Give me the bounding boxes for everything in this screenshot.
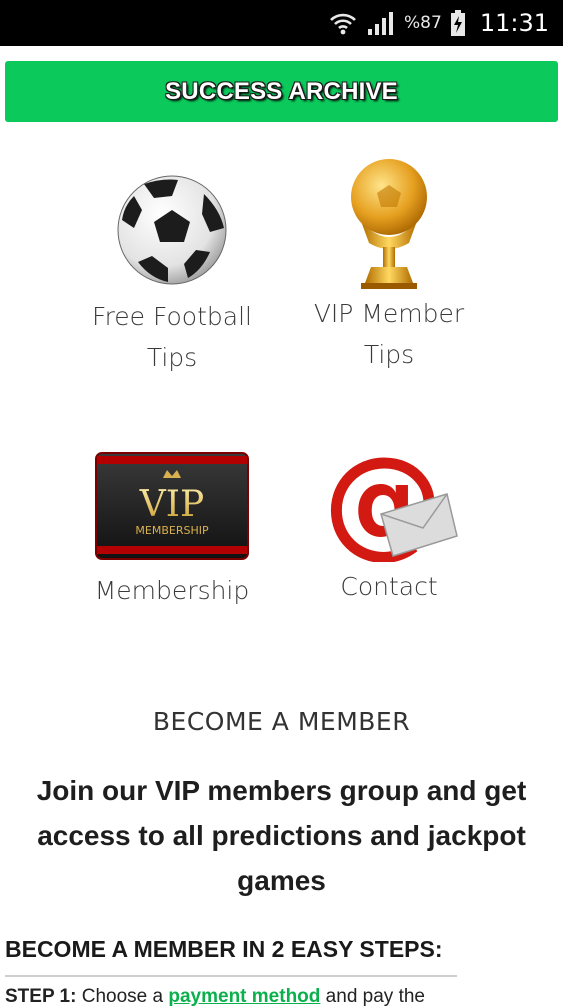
tile-label: Membership (94, 576, 250, 605)
clock: 11:31 (479, 9, 549, 37)
status-bar: %87 11:31 (0, 0, 563, 46)
battery-charging-icon (450, 10, 465, 36)
become-member-heading: BECOME A MEMBER (152, 707, 411, 736)
email-at-icon: @ (323, 444, 458, 562)
signal-icon (368, 12, 394, 35)
vip-membership-card-icon: VIP MEMBERSHIP (95, 452, 249, 560)
step-1-text: STEP 1: Choose a payment method and pay … (5, 986, 425, 1008)
step-1-suffix: and pay the (320, 986, 425, 1007)
battery-percent: %87 (404, 13, 442, 33)
tile-free-football-tips[interactable]: Free Football Tips (72, 170, 272, 378)
trophy-icon (351, 159, 427, 289)
wifi-icon (330, 13, 356, 35)
payment-method-link[interactable]: payment method (168, 986, 320, 1007)
step-1-label: STEP 1: (5, 986, 77, 1007)
join-vip-text: Join our VIP members group and get acces… (36, 775, 527, 896)
status-icons: %87 11:31 (328, 0, 549, 46)
svg-text:VIP: VIP (139, 484, 204, 525)
tile-contact[interactable]: @ Contact (289, 444, 489, 607)
divider (5, 975, 457, 977)
success-archive-button[interactable]: SUCCESS ARCHIVE (5, 61, 558, 122)
soccer-ball-icon (117, 175, 227, 285)
svg-text:MEMBERSHIP: MEMBERSHIP (135, 524, 209, 537)
tile-vip-member-tips[interactable]: VIP Member Tips (289, 157, 489, 375)
tile-label: Free Football Tips (92, 302, 252, 372)
tile-membership[interactable]: VIP MEMBERSHIP Membership (72, 452, 272, 611)
step-1-body: Choose a (76, 986, 169, 1007)
steps-heading: BECOME A MEMBER IN 2 EASY STEPS: (5, 936, 443, 962)
tile-label: Contact (340, 572, 438, 601)
tile-label: VIP Member Tips (313, 299, 465, 369)
